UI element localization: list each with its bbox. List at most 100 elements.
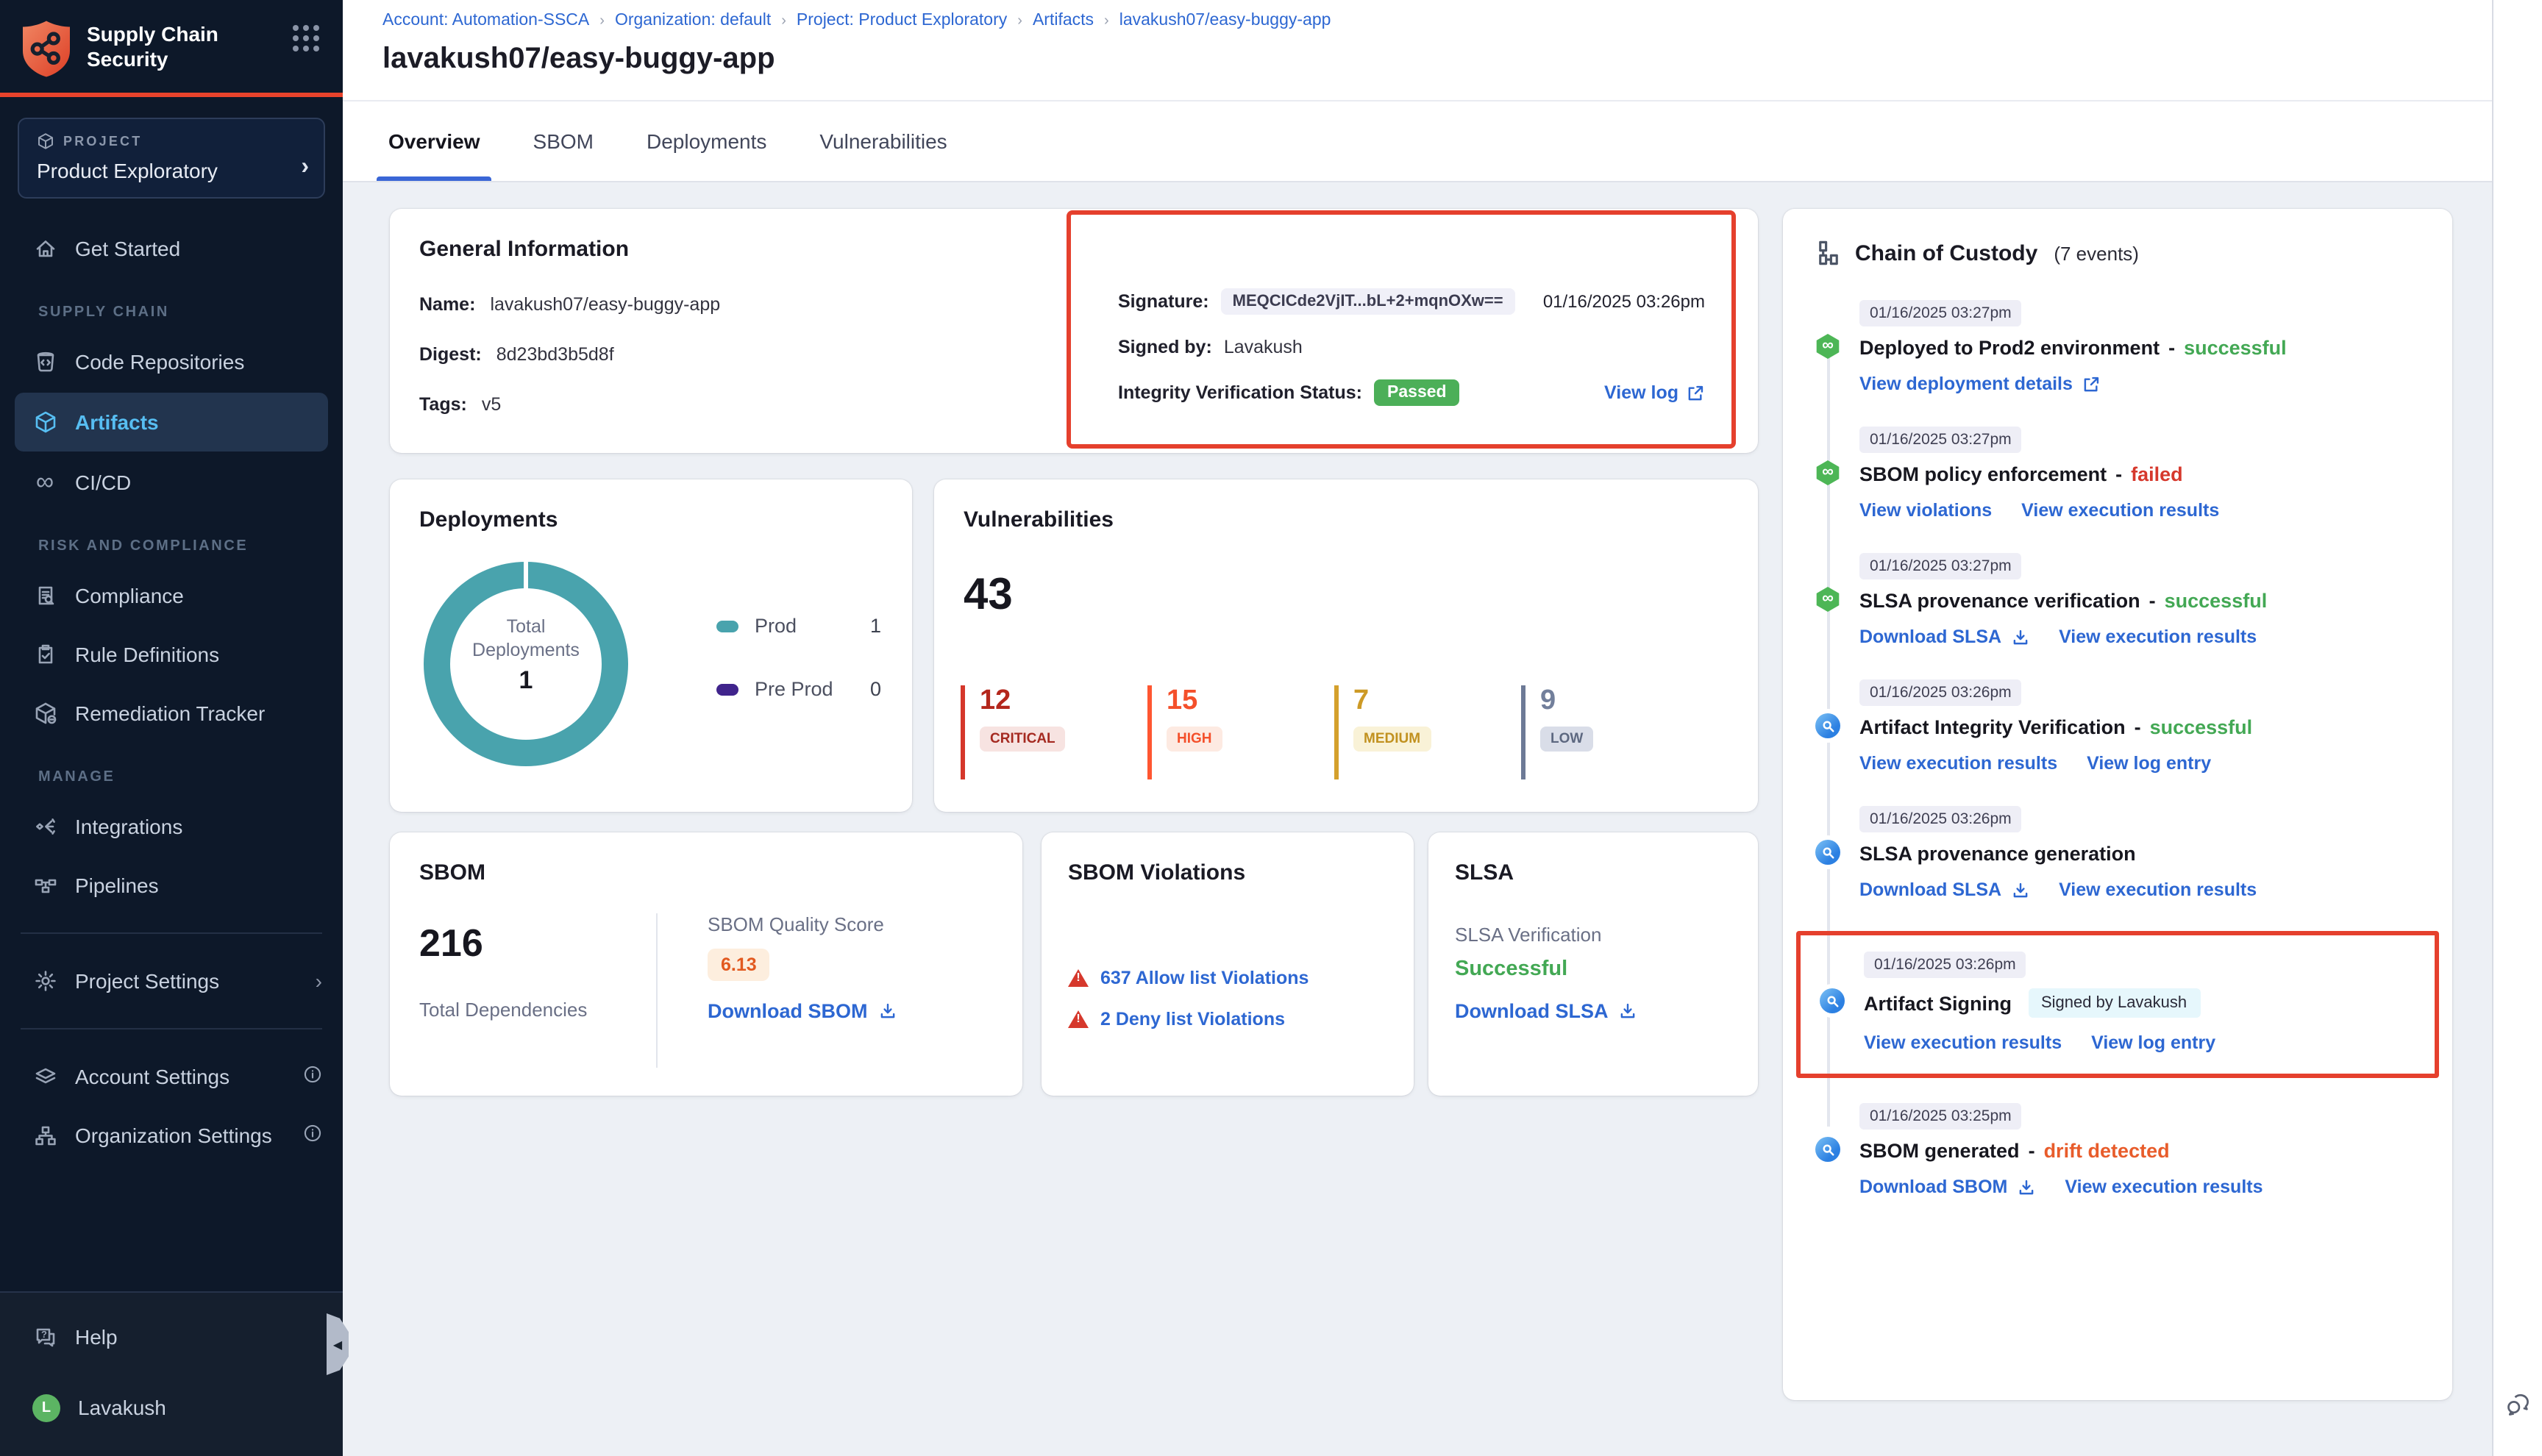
slsa-verification-label: SLSA Verification — [1455, 924, 1731, 946]
integrations-icon — [32, 814, 57, 839]
sidebar-item-integrations[interactable]: Integrations — [0, 797, 343, 856]
legend-swatch-prod — [716, 620, 738, 632]
deny-list-violations-link[interactable]: 2 Deny list Violations — [1100, 1009, 1285, 1029]
signed-by-row: Signed by: Lavakush — [1118, 337, 1705, 357]
coc-event-artifact-signing: 01/16/2025 03:26pm Artifact Signing Sign… — [1796, 931, 2439, 1078]
gear-icon — [32, 968, 57, 993]
chevron-right-icon: › — [316, 969, 322, 993]
sidebar-header: Supply Chain Security — [0, 0, 343, 93]
vuln-stat-high: 15 HIGH — [1147, 685, 1334, 779]
view-execution-results-link[interactable]: View execution results — [2065, 1177, 2262, 1197]
infinity-icon: ∞ — [32, 470, 57, 495]
tab-sbom[interactable]: SBOM — [533, 101, 594, 181]
vuln-stat-critical: 12 CRITICAL — [961, 685, 1147, 779]
section-label-manage: MANAGE — [0, 743, 343, 797]
view-log-entry-link[interactable]: View log entry — [2087, 753, 2211, 774]
deny-list-violations-row: 2 Deny list Violations — [1068, 1009, 1285, 1029]
page-header: Account: Automation-SSCA› Organization: … — [343, 0, 2542, 182]
tab-vulnerabilities[interactable]: Vulnerabilities — [819, 101, 947, 181]
tab-deployments[interactable]: Deployments — [647, 101, 766, 181]
tab-bar: Overview SBOM Deployments Vulnerabilitie… — [343, 101, 2542, 181]
pipeline-event-icon: ∞ — [1815, 587, 1840, 612]
sidebar-item-artifacts[interactable]: Artifacts — [15, 393, 328, 452]
project-selector[interactable]: PROJECT Product Exploratory › — [18, 118, 325, 199]
accent-divider — [0, 93, 343, 97]
view-log-link[interactable]: View log — [1604, 382, 1705, 403]
download-sbom-link[interactable]: Download SBOM — [708, 1000, 897, 1022]
support-chat-icon[interactable] — [2505, 1391, 2532, 1418]
event-timestamp: 01/16/2025 03:26pm — [1859, 679, 2022, 706]
code-repo-icon — [32, 349, 57, 374]
sidebar-item-rule-definitions[interactable]: Rule Definitions — [0, 625, 343, 684]
sidebar-item-remediation-tracker[interactable]: Remediation Tracker — [0, 684, 343, 743]
tab-overview[interactable]: Overview — [388, 101, 480, 181]
pipeline-event-icon: ∞ — [1815, 334, 1840, 359]
supply-chain-security-logo — [19, 19, 74, 78]
sidebar-nav: Get Started SUPPLY CHAIN Code Repositori… — [0, 219, 343, 1165]
layers-gear-icon — [32, 1064, 57, 1089]
user-avatar: L — [32, 1393, 60, 1421]
sidebar-item-organization-settings[interactable]: Organization Settings — [0, 1106, 343, 1165]
card-title: SBOM — [419, 860, 993, 885]
sidebar-item-cicd[interactable]: ∞ CI/CD — [0, 453, 343, 512]
download-icon — [2016, 1177, 2035, 1196]
sidebar-item-help[interactable]: ? Help — [0, 1307, 343, 1366]
app-switcher-grid-icon[interactable] — [293, 25, 325, 57]
sbom-total-dependencies-label: Total Dependencies — [419, 999, 993, 1021]
status-badge-passed: Passed — [1374, 379, 1460, 406]
sbom-violations-card: SBOM Violations 637 Allow list Violation… — [1042, 832, 1414, 1096]
download-slsa-link[interactable]: Download SLSA — [1455, 1000, 1731, 1022]
external-link-icon — [1686, 383, 1705, 402]
donut-legend: Prod 1 Pre Prod 0 — [716, 615, 881, 741]
vuln-stat-medium: 7 MEDIUM — [1334, 685, 1521, 779]
event-status: failed — [2131, 463, 2183, 485]
app-title: Supply Chain Security — [87, 22, 293, 72]
sidebar-item-compliance[interactable]: Compliance — [0, 566, 343, 625]
deployments-card: Deployments Total Deployments 1 Prod 1 — [390, 479, 912, 812]
signed-by-badge: Signed by Lavakush — [2028, 988, 2200, 1018]
sidebar-item-code-repositories[interactable]: Code Repositories — [0, 332, 343, 391]
event-timestamp: 01/16/2025 03:25pm — [1859, 1103, 2022, 1130]
warning-icon — [1068, 969, 1089, 987]
coc-event-artifact-integrity-verification: 01/16/2025 03:26pm Artifact Integrity Ve… — [1815, 678, 2420, 774]
view-execution-results-link[interactable]: View execution results — [2059, 879, 2257, 900]
content-area: General Information Name:lavakush07/easy… — [343, 182, 2542, 1456]
allow-list-violations-link[interactable]: 637 Allow list Violations — [1100, 968, 1309, 988]
view-deployment-details-link[interactable]: View deployment details — [1859, 374, 2101, 394]
view-execution-results-link[interactable]: View execution results — [2059, 627, 2257, 647]
view-execution-results-link[interactable]: View execution results — [1864, 1032, 2062, 1053]
download-sbom-link[interactable]: Download SBOM — [1859, 1177, 2035, 1197]
sidebar-item-pipelines[interactable]: Pipelines — [0, 856, 343, 915]
event-count: (7 events) — [2054, 242, 2139, 264]
clipboard-check-icon — [32, 642, 57, 667]
breadcrumb-account[interactable]: Account: Automation-SSCA — [382, 12, 589, 29]
view-log-entry-link[interactable]: View log entry — [2091, 1032, 2215, 1053]
view-execution-results-link[interactable]: View execution results — [1859, 753, 2057, 774]
chain-of-custody-header: Chain of Custody (7 events) — [1815, 240, 2420, 266]
download-slsa-link[interactable]: Download SLSA — [1859, 627, 2029, 647]
breadcrumb: Account: Automation-SSCA› Organization: … — [382, 12, 2542, 29]
sidebar-item-get-started[interactable]: Get Started — [0, 219, 343, 278]
section-label-supply-chain: SUPPLY CHAIN — [0, 278, 343, 332]
scanner-event-icon — [1815, 713, 1840, 738]
scanner-event-icon — [1820, 988, 1845, 1013]
sidebar-item-project-settings[interactable]: Project Settings › — [0, 952, 343, 1010]
breadcrumb-project[interactable]: Project: Product Exploratory — [797, 12, 1007, 29]
breadcrumb-artifacts[interactable]: Artifacts — [1033, 12, 1094, 29]
view-execution-results-link[interactable]: View execution results — [2021, 500, 2219, 521]
coc-event-slsa-provenance-verification: ∞ 01/16/2025 03:27pm SLSA provenance ver… — [1815, 552, 2420, 647]
coc-event-deployed-prod2: ∞ 01/16/2025 03:27pm Deployed to Prod2 e… — [1815, 299, 2420, 394]
slsa-verification-status: Successful — [1455, 957, 1731, 981]
event-status: successful — [2150, 716, 2253, 738]
legend-item-prod: Prod 1 — [716, 615, 881, 637]
breadcrumb-organization[interactable]: Organization: default — [615, 12, 771, 29]
chain-of-custody-timeline: ∞ 01/16/2025 03:27pm Deployed to Prod2 e… — [1815, 299, 2420, 1197]
org-hierarchy-icon — [32, 1123, 57, 1148]
download-slsa-link[interactable]: Download SLSA — [1859, 879, 2029, 900]
view-violations-link[interactable]: View violations — [1859, 500, 1992, 521]
event-status: successful — [2165, 590, 2268, 612]
sidebar-item-user[interactable]: L Lavakush — [0, 1378, 343, 1437]
breadcrumb-artifact-name[interactable]: lavakush07/easy-buggy-app — [1119, 12, 1331, 29]
vertical-divider — [656, 913, 658, 1068]
sidebar-item-account-settings[interactable]: Account Settings — [0, 1047, 343, 1106]
